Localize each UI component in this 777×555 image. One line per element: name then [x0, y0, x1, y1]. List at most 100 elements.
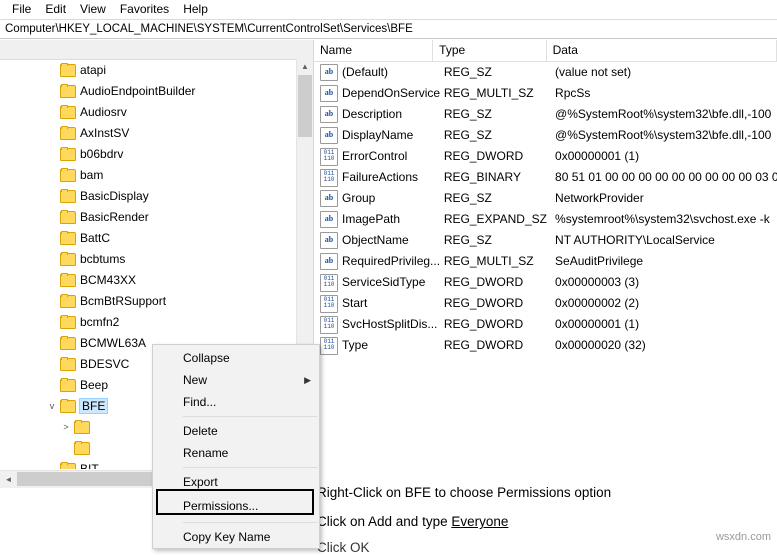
- bottom-left-panel: [0, 488, 153, 546]
- scroll-left-icon[interactable]: ◄: [0, 472, 17, 488]
- column-header-data[interactable]: Data: [547, 40, 777, 61]
- annotation-line-2-prefix: Click on Add and type: [317, 514, 451, 529]
- tree-item[interactable]: Audiosrv: [0, 101, 296, 122]
- tree-item-label: b06bdrv: [80, 147, 123, 161]
- tree-item[interactable]: b06bdrv: [0, 143, 296, 164]
- tree-item[interactable]: BCM43XX: [0, 269, 296, 290]
- dword-value-icon: 011110: [320, 295, 338, 313]
- table-row[interactable]: 011110SvcHostSplitDis...REG_DWORD0x00000…: [314, 314, 777, 335]
- menu-item-file[interactable]: File: [6, 1, 39, 18]
- chevron-icon[interactable]: [46, 358, 58, 370]
- registry-editor-body: atapi AudioEndpointBuilder Audiosrv AxIn…: [0, 40, 777, 488]
- value-type: REG_SZ: [440, 125, 551, 146]
- chevron-icon[interactable]: [46, 316, 58, 328]
- value-data: NT AUTHORITY\LocalService: [551, 230, 777, 251]
- chevron-icon[interactable]: [46, 463, 58, 470]
- tree-item[interactable]: BattC: [0, 227, 296, 248]
- context-menu-item-delete[interactable]: Delete: [153, 420, 319, 442]
- chevron-icon[interactable]: [46, 190, 58, 202]
- menu-item-favorites[interactable]: Favorites: [114, 1, 177, 18]
- chevron-icon[interactable]: [46, 64, 58, 76]
- folder-icon: [60, 189, 75, 202]
- chevron-icon[interactable]: [46, 85, 58, 97]
- tree-item[interactable]: bcbtums: [0, 248, 296, 269]
- folder-icon: [60, 294, 75, 307]
- chevron-icon[interactable]: [46, 211, 58, 223]
- context-menu-item-collapse[interactable]: Collapse: [153, 347, 319, 369]
- tree-item-label: BasicDisplay: [80, 189, 149, 203]
- menu-item-view[interactable]: View: [74, 1, 114, 18]
- column-header-type[interactable]: Type: [433, 40, 546, 61]
- value-name: Start: [342, 293, 440, 314]
- value-data: RpcSs: [551, 83, 777, 104]
- value-data: 0x00000001 (1): [551, 314, 777, 335]
- scroll-up-icon[interactable]: ▲: [297, 59, 313, 75]
- value-type: REG_SZ: [440, 188, 551, 209]
- chevron-icon[interactable]: [46, 127, 58, 139]
- chevron-icon[interactable]: [46, 106, 58, 118]
- value-data: (value not set): [551, 62, 777, 83]
- folder-icon: [60, 252, 75, 265]
- chevron-icon[interactable]: [46, 337, 58, 349]
- chevron-icon[interactable]: [46, 232, 58, 244]
- context-menu-item-rename[interactable]: Rename: [153, 442, 319, 464]
- value-type: REG_DWORD: [440, 293, 551, 314]
- tree-item[interactable]: BasicDisplay: [0, 185, 296, 206]
- column-header-name[interactable]: Name: [314, 40, 433, 61]
- table-row[interactable]: 011110TypeREG_DWORD0x00000020 (32): [314, 335, 777, 356]
- value-name: DependOnService: [342, 83, 440, 104]
- values-column-header: Name Type Data: [314, 40, 777, 62]
- tree-item-label: BattC: [80, 231, 110, 245]
- chevron-down-icon[interactable]: v: [46, 400, 58, 412]
- table-row[interactable]: abDescriptionREG_SZ@%SystemRoot%\system3…: [314, 104, 777, 125]
- chevron-icon[interactable]: [46, 274, 58, 286]
- table-row[interactable]: 011110ErrorControlREG_DWORD0x00000001 (1…: [314, 146, 777, 167]
- context-menu-item-copy-key-name[interactable]: Copy Key Name: [153, 526, 319, 548]
- table-row[interactable]: 011110ServiceSidTypeREG_DWORD0x00000003 …: [314, 272, 777, 293]
- menu-item-edit[interactable]: Edit: [39, 1, 74, 18]
- annotation-line-2: Click on Add and type Everyone: [317, 514, 508, 529]
- tree-item-label: atapi: [80, 63, 106, 77]
- context-menu-item-new[interactable]: New▶: [153, 369, 319, 391]
- value-type: REG_SZ: [440, 104, 551, 125]
- tree-item[interactable]: BasicRender: [0, 206, 296, 227]
- folder-icon: [60, 462, 75, 469]
- table-row[interactable]: 011110StartREG_DWORD0x00000002 (2): [314, 293, 777, 314]
- value-name: Description: [342, 104, 440, 125]
- hscroll-thumb[interactable]: [17, 472, 167, 486]
- tree-item-label: BcmBtRSupport: [80, 294, 166, 308]
- table-row[interactable]: ab(Default)REG_SZ(value not set): [314, 62, 777, 83]
- table-row[interactable]: abDependOnServiceREG_MULTI_SZRpcSs: [314, 83, 777, 104]
- table-row[interactable]: abImagePathREG_EXPAND_SZ%systemroot%\sys…: [314, 209, 777, 230]
- tree-item[interactable]: atapi: [0, 59, 296, 80]
- tree-item[interactable]: bcmfn2: [0, 311, 296, 332]
- scroll-thumb[interactable]: [298, 75, 312, 137]
- tree-item[interactable]: BcmBtRSupport: [0, 290, 296, 311]
- table-row[interactable]: abRequiredPrivileg...REG_MULTI_SZSeAudit…: [314, 251, 777, 272]
- table-row[interactable]: abGroupREG_SZNetworkProvider: [314, 188, 777, 209]
- menu-item-help[interactable]: Help: [177, 1, 216, 18]
- tree-item[interactable]: AudioEndpointBuilder: [0, 80, 296, 101]
- value-type: REG_MULTI_SZ: [440, 83, 551, 104]
- chevron-icon[interactable]: [46, 253, 58, 265]
- chevron-icon[interactable]: [46, 379, 58, 391]
- tree-item[interactable]: AxInstSV: [0, 122, 296, 143]
- folder-icon: [74, 441, 89, 454]
- chevron-right-icon[interactable]: >: [60, 421, 72, 433]
- string-value-icon: ab: [320, 106, 338, 123]
- table-row[interactable]: 011110FailureActionsREG_BINARY80 51 01 0…: [314, 167, 777, 188]
- value-name: (Default): [342, 62, 440, 83]
- table-row[interactable]: abObjectNameREG_SZNT AUTHORITY\LocalServ…: [314, 230, 777, 251]
- context-menu-item-find[interactable]: Find...: [153, 391, 319, 413]
- tree-item-label: bam: [80, 168, 103, 182]
- chevron-icon[interactable]: [46, 169, 58, 181]
- chevron-icon[interactable]: [46, 148, 58, 160]
- table-row[interactable]: abDisplayNameREG_SZ@%SystemRoot%\system3…: [314, 125, 777, 146]
- tree-item[interactable]: bam: [0, 164, 296, 185]
- tree-item-label: BFE: [80, 399, 107, 413]
- chevron-icon[interactable]: [46, 442, 58, 454]
- context-menu-separator: [183, 467, 317, 468]
- chevron-icon[interactable]: [46, 295, 58, 307]
- registry-address-bar[interactable]: Computer\HKEY_LOCAL_MACHINE\SYSTEM\Curre…: [0, 19, 777, 39]
- dword-value-icon: 011110: [320, 316, 338, 334]
